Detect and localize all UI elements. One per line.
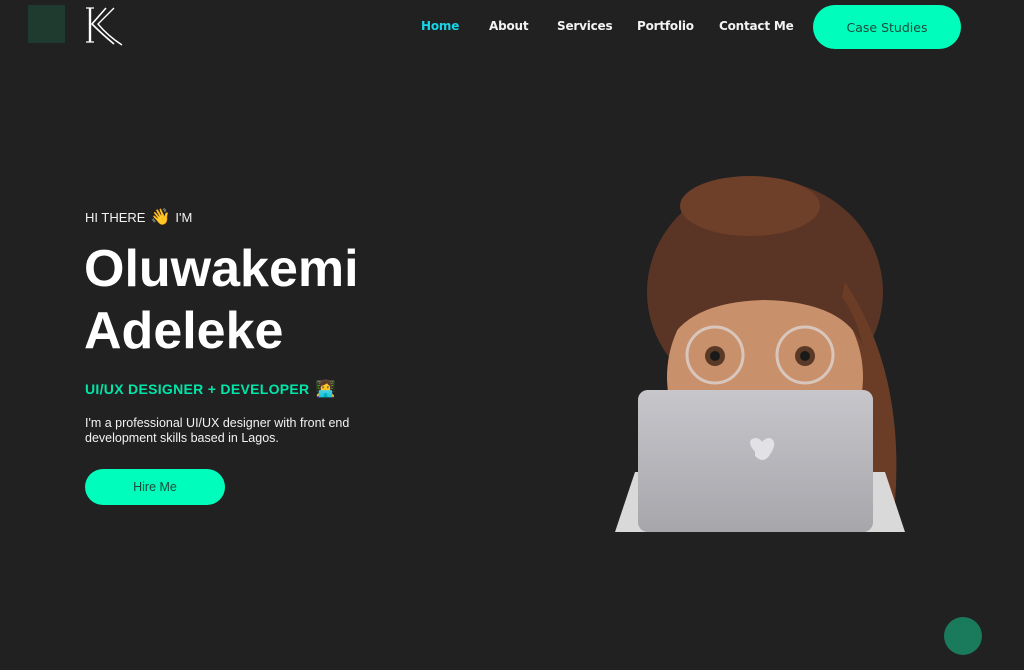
hero-description: I'm a professional UI/UX designer with f…: [85, 416, 350, 445]
waving-hand-icon: 👋: [150, 209, 171, 226]
case-studies-button[interactable]: Case Studies: [813, 5, 961, 49]
first-name: Oluwakemi: [84, 240, 359, 298]
hire-me-button[interactable]: Hire Me: [85, 469, 225, 505]
avatar-illustration: [615, 176, 905, 532]
nav-home[interactable]: Home: [421, 19, 459, 33]
role-title: UI/UX DESIGNER + DEVELOPER 👩‍💻: [85, 379, 336, 399]
greeting-text: HI THERE: [85, 209, 146, 225]
technologist-icon: 👩‍💻: [315, 381, 336, 398]
last-name: Adeleke: [84, 302, 284, 360]
main-nav: Home About Services Portfolio Contact Me…: [0, 0, 1024, 55]
greeting-suffix: I'M: [175, 209, 193, 225]
nav-services[interactable]: Services: [557, 19, 613, 33]
role-text: UI/UX DESIGNER + DEVELOPER: [85, 381, 310, 397]
nav-portfolio[interactable]: Portfolio: [637, 19, 694, 33]
greeting: HI THERE 👋 I'M: [85, 207, 192, 227]
nav-about[interactable]: About: [489, 19, 529, 33]
floating-action-button[interactable]: [944, 617, 982, 655]
hero-name: Oluwakemi Adeleke: [84, 238, 359, 362]
nav-contact[interactable]: Contact Me: [719, 19, 794, 33]
